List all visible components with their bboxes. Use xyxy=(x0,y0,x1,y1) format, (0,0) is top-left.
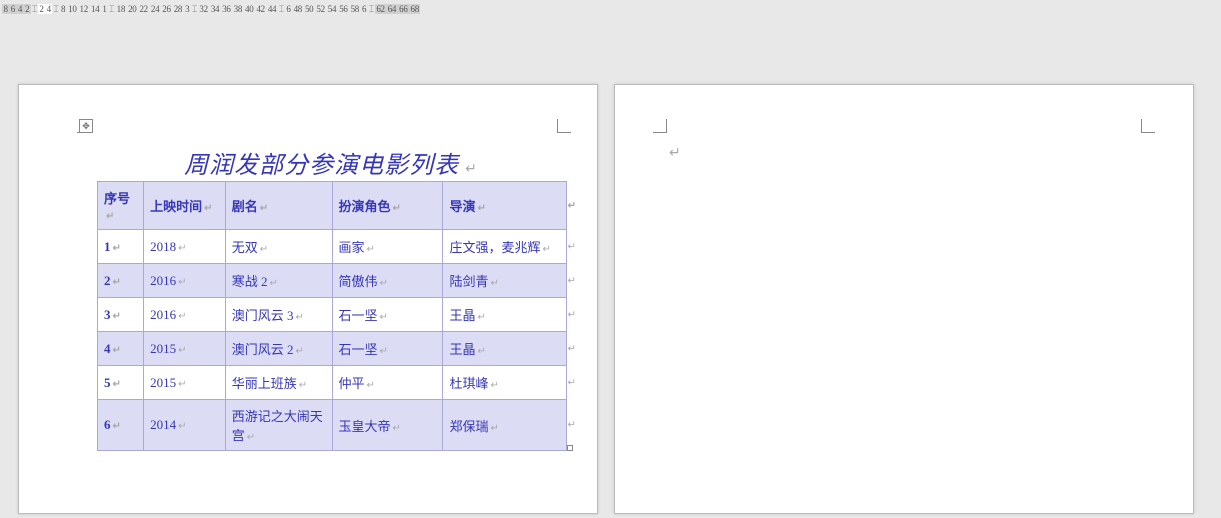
title-text: 周润发部分参演电影列表 xyxy=(184,153,459,179)
cell-name[interactable]: 西游记之大闹天宫↵ xyxy=(225,400,332,451)
cell-index[interactable]: 2↵ xyxy=(98,264,144,298)
paragraph-mark-icon: ↵ xyxy=(465,162,478,177)
cell-year[interactable]: 2015↵ xyxy=(144,332,226,366)
header-cell[interactable]: 序号↵ xyxy=(98,182,144,230)
document-title[interactable]: 周润发部分参演电影列表 ↵ xyxy=(97,145,565,180)
margin-mark-icon xyxy=(653,119,667,133)
table-header-row: 序号↵ 上映时间↵ 剧名↵ 扮演角色↵ 导演↵↵ xyxy=(98,182,567,230)
cell-director[interactable]: 杜琪峰↵↵ xyxy=(443,366,567,400)
horizontal-ruler[interactable]: 8642 ⌶ 24 ⌶ 81012141 ⌶ 1820222426283 ⌶ 3… xyxy=(0,0,1221,18)
cell-name[interactable]: 澳门风云 3↵ xyxy=(225,298,332,332)
cell-name[interactable]: 寒战 2↵ xyxy=(225,264,332,298)
margin-mark-icon xyxy=(1141,119,1155,133)
margin-mark-icon xyxy=(557,119,571,133)
cell-index[interactable]: 1↵ xyxy=(98,230,144,264)
paragraph-mark-icon: ↵ xyxy=(669,145,681,162)
cell-role[interactable]: 画家↵ xyxy=(332,230,443,264)
cell-role[interactable]: 仲平↵ xyxy=(332,366,443,400)
cell-director[interactable]: 陆剑青↵↵ xyxy=(443,264,567,298)
page-2[interactable]: ↵ xyxy=(614,84,1194,514)
cell-role[interactable]: 简傲伟↵ xyxy=(332,264,443,298)
table-row: 6↵ 2014↵ 西游记之大闹天宫↵ 玉皇大帝↵ 郑保瑞↵↵ xyxy=(98,400,567,451)
cell-director[interactable]: 王晶↵↵ xyxy=(443,332,567,366)
tab-marker-icon: ⌶ xyxy=(31,4,38,15)
header-cell[interactable]: 导演↵↵ xyxy=(443,182,567,230)
document-workspace: 周润发部分参演电影列表 ↵ 序号↵ 上映时间↵ 剧名↵ 扮演角色↵ 导演↵↵ 1↵… xyxy=(0,18,1221,518)
cell-index[interactable]: 6↵ xyxy=(98,400,144,451)
cell-role[interactable]: 石一坚↵ xyxy=(332,298,443,332)
tab-marker-icon: ⌶ xyxy=(108,4,115,15)
cell-year[interactable]: 2015↵ xyxy=(144,366,226,400)
cell-role[interactable]: 玉皇大帝↵ xyxy=(332,400,443,451)
cell-index[interactable]: 3↵ xyxy=(98,298,144,332)
cell-year[interactable]: 2016↵ xyxy=(144,298,226,332)
tab-marker-icon: ⌶ xyxy=(368,4,375,15)
table-move-handle-icon[interactable] xyxy=(79,119,93,133)
cell-year[interactable]: 2016↵ xyxy=(144,264,226,298)
cell-director[interactable]: 郑保瑞↵↵ xyxy=(443,400,567,451)
cell-name[interactable]: 无双↵ xyxy=(225,230,332,264)
cell-name[interactable]: 澳门风云 2↵ xyxy=(225,332,332,366)
cell-role[interactable]: 石一坚↵ xyxy=(332,332,443,366)
cell-year[interactable]: 2018↵ xyxy=(144,230,226,264)
movie-table[interactable]: 序号↵ 上映时间↵ 剧名↵ 扮演角色↵ 导演↵↵ 1↵ 2018↵ 无双↵ 画家… xyxy=(97,181,567,451)
cell-name[interactable]: 华丽上班族↵ xyxy=(225,366,332,400)
table-row: 4↵ 2015↵ 澳门风云 2↵ 石一坚↵ 王晶↵↵ xyxy=(98,332,567,366)
tab-marker-icon: ⌶ xyxy=(278,4,285,15)
cell-director[interactable]: 王晶↵↵ xyxy=(443,298,567,332)
header-cell[interactable]: 剧名↵ xyxy=(225,182,332,230)
tab-marker-icon: ⌶ xyxy=(191,4,198,15)
page-1[interactable]: 周润发部分参演电影列表 ↵ 序号↵ 上映时间↵ 剧名↵ 扮演角色↵ 导演↵↵ 1↵… xyxy=(18,84,598,514)
header-cell[interactable]: 扮演角色↵ xyxy=(332,182,443,230)
cell-index[interactable]: 5↵ xyxy=(98,366,144,400)
cell-director[interactable]: 庄文强，麦兆辉↵↵ xyxy=(443,230,567,264)
tab-marker-icon: ⌶ xyxy=(52,4,59,15)
cell-year[interactable]: 2014↵ xyxy=(144,400,226,451)
header-cell[interactable]: 上映时间↵ xyxy=(144,182,226,230)
table-resize-handle-icon[interactable] xyxy=(567,445,573,451)
table-row: 1↵ 2018↵ 无双↵ 画家↵ 庄文强，麦兆辉↵↵ xyxy=(98,230,567,264)
table-row: 2↵ 2016↵ 寒战 2↵ 简傲伟↵ 陆剑青↵↵ xyxy=(98,264,567,298)
table-row: 3↵ 2016↵ 澳门风云 3↵ 石一坚↵ 王晶↵↵ xyxy=(98,298,567,332)
cell-index[interactable]: 4↵ xyxy=(98,332,144,366)
table-row: 5↵ 2015↵ 华丽上班族↵ 仲平↵ 杜琪峰↵↵ xyxy=(98,366,567,400)
